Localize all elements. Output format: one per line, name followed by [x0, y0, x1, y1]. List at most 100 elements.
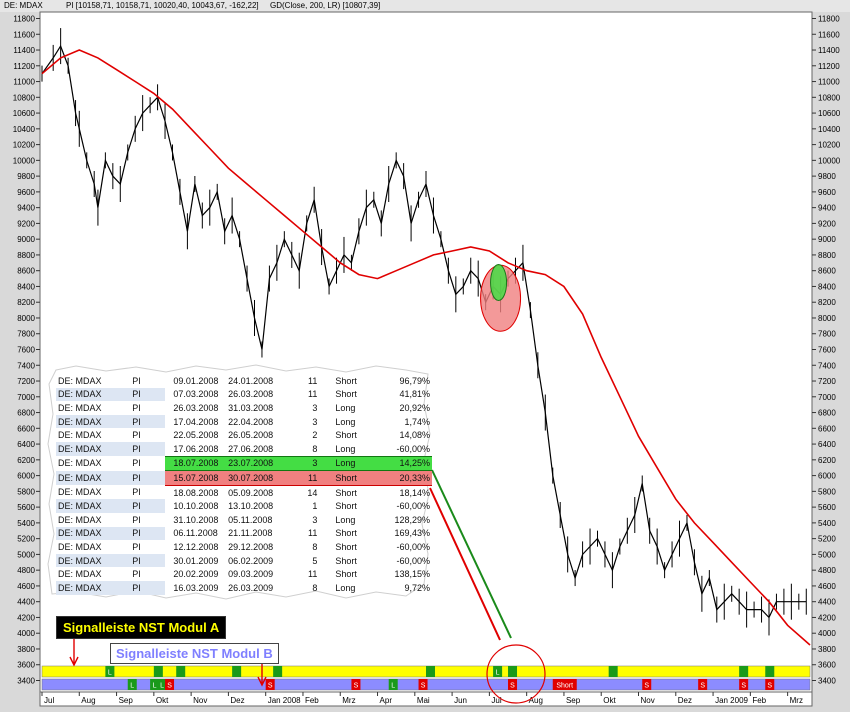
trade-row: DE: MDAX PI 12.12.2008 29.12.2008 8 Short -60,… [56, 540, 432, 554]
signal-marker [508, 666, 518, 677]
y-tick-label-right: 6200 [818, 456, 836, 465]
y-tick-label-left: 10800 [13, 93, 36, 102]
x-tick-label: Mrz [342, 696, 355, 705]
y-tick-label-left: 3800 [17, 645, 35, 654]
trade-exit-date: 24.01.2008 [228, 375, 274, 386]
trade-type: PI [120, 485, 166, 500]
y-tick-label-left: 8200 [17, 298, 35, 307]
y-tick-label-right: 3400 [818, 677, 836, 686]
y-tick-label-right: 4000 [818, 629, 836, 638]
trade-row: DE: MDAX PI 22.05.2008 26.05.2008 2 Short 14,0… [56, 428, 432, 442]
trade-side: Long [335, 582, 356, 593]
trade-symbol: DE: MDAX [56, 387, 121, 402]
y-tick-label-right: 10400 [818, 125, 841, 134]
trade-days: 11 [308, 569, 318, 580]
price-chart[interactable]: 3400 3400 3600 3600 3800 3800 4000 4000 4200 4200… [0, 0, 850, 712]
y-tick-label-right: 10600 [818, 109, 841, 118]
trade-type: PI [120, 580, 166, 595]
y-tick-label-left: 9400 [17, 204, 35, 213]
y-tick-label-right: 5800 [818, 487, 836, 496]
y-tick-label-left: 4600 [17, 582, 35, 591]
y-tick-label-left: 9600 [17, 188, 35, 197]
trade-entry-date: 10.10.2008 [173, 501, 219, 512]
trade-symbol: DE: MDAX [56, 441, 121, 457]
x-tick-label: Feb [752, 696, 766, 705]
y-tick-label-left: 10400 [13, 125, 36, 134]
y-tick-label-left: 7600 [17, 346, 35, 355]
trade-symbol: DE: MDAX [56, 456, 121, 471]
trade-side: Long [333, 455, 379, 472]
y-tick-label-right: 8000 [818, 314, 836, 323]
y-tick-label-right: 11400 [818, 46, 840, 55]
trade-side: Short [335, 528, 357, 539]
y-tick-label-left: 11600 [13, 30, 35, 39]
y-tick-label-left: 7200 [17, 377, 35, 386]
trade-result: 128,29% [394, 514, 430, 525]
trade-row: DE: MDAX PI 10.10.2008 13.10.2008 1 Short -60,… [56, 499, 432, 513]
trade-symbol: DE: MDAX [56, 567, 121, 581]
trade-type: PI [120, 470, 166, 486]
y-tick-label-right: 10800 [818, 93, 841, 102]
trade-entry-date: 31.10.2008 [173, 514, 219, 525]
trade-side: Long [335, 402, 356, 413]
signal-marker-label: Short [556, 683, 573, 690]
trade-type: PI [120, 553, 166, 568]
x-tick-label: Okt [603, 696, 616, 705]
trade-type: PI [120, 428, 166, 442]
x-tick-label: Jan 2008 [268, 696, 301, 705]
y-tick-label-left: 11800 [13, 15, 35, 24]
x-tick-label: Dez [678, 696, 692, 705]
trade-row: DE: MDAX PI 09.01.2008 24.01.2008 11 Short 96,… [56, 374, 432, 388]
trade-side: Short [335, 487, 357, 498]
trade-type: PI [120, 374, 166, 388]
y-tick-label-right: 9000 [818, 235, 836, 244]
y-tick-label-left: 8800 [17, 251, 35, 260]
trade-result: 20,92% [399, 402, 430, 413]
x-tick-label: Aug [529, 696, 543, 705]
trade-entry-date: 09.01.2008 [173, 375, 219, 386]
trade-days: 8 [312, 582, 318, 593]
y-tick-label-right: 8200 [818, 298, 836, 307]
signal-marker-label: S [167, 683, 172, 690]
signal-marker-label: L [496, 670, 500, 677]
trade-entry-date: 17.06.2008 [173, 443, 219, 454]
trade-row: DE: MDAX PI 06.11.2008 21.11.2008 11 Short 169… [56, 526, 432, 541]
trade-exit-date: 05.11.2008 [228, 514, 273, 525]
trade-exit-date: 09.03.2009 [228, 569, 274, 580]
y-tick-label-right: 6600 [818, 424, 836, 433]
trade-list-panel: DE: MDAX PI 09.01.2008 24.01.2008 11 Short 96,… [46, 364, 432, 602]
x-tick-label: Jun [454, 696, 467, 705]
x-tick-label: Nov [193, 696, 207, 705]
x-tick-label: Sep [119, 696, 134, 705]
trade-symbol: DE: MDAX [56, 553, 121, 568]
trade-row: DE: MDAX PI 07.03.2008 26.03.2008 11 Short 41,… [56, 387, 432, 402]
x-tick-label: Aug [81, 696, 95, 705]
signal-marker-label: L [108, 670, 112, 677]
signal-marker-label: S [767, 683, 772, 690]
signal-marker-label: S [268, 683, 273, 690]
y-tick-label-left: 6400 [17, 440, 35, 449]
y-tick-label-right: 11000 [818, 78, 840, 87]
trade-days: 8 [312, 443, 318, 454]
trade-entry-date: 30.01.2009 [173, 555, 219, 566]
trade-type: PI [120, 526, 166, 541]
x-tick-label: Feb [305, 696, 319, 705]
trade-exit-date: 05.09.2008 [228, 487, 274, 498]
trade-days: 3 [280, 455, 334, 472]
trade-row: DE: MDAX PI 16.03.2009 26.03.2009 8 Long 9,72% [56, 580, 432, 595]
chart-window: DE: MDAX PI [10158,71, 10158,71, 10020,4… [0, 0, 850, 712]
trade-symbol: DE: MDAX [56, 485, 121, 500]
trade-type: PI [120, 456, 166, 471]
trade-entry-date: 06.11.2008 [173, 528, 218, 539]
trade-side: Short [333, 470, 379, 486]
y-tick-label-right: 11600 [818, 30, 840, 39]
x-tick-label: Jul [44, 696, 54, 705]
trade-exit-date: 29.12.2008 [228, 541, 274, 552]
signal-marker-label: S [700, 683, 705, 690]
y-tick-label-right: 7400 [818, 361, 836, 370]
trade-result: 9,72% [404, 582, 430, 593]
trade-result: 169,43% [394, 528, 430, 539]
trade-days: 3 [312, 514, 318, 525]
trade-result: 14,25% [378, 455, 432, 472]
y-tick-label-left: 11400 [13, 46, 35, 55]
